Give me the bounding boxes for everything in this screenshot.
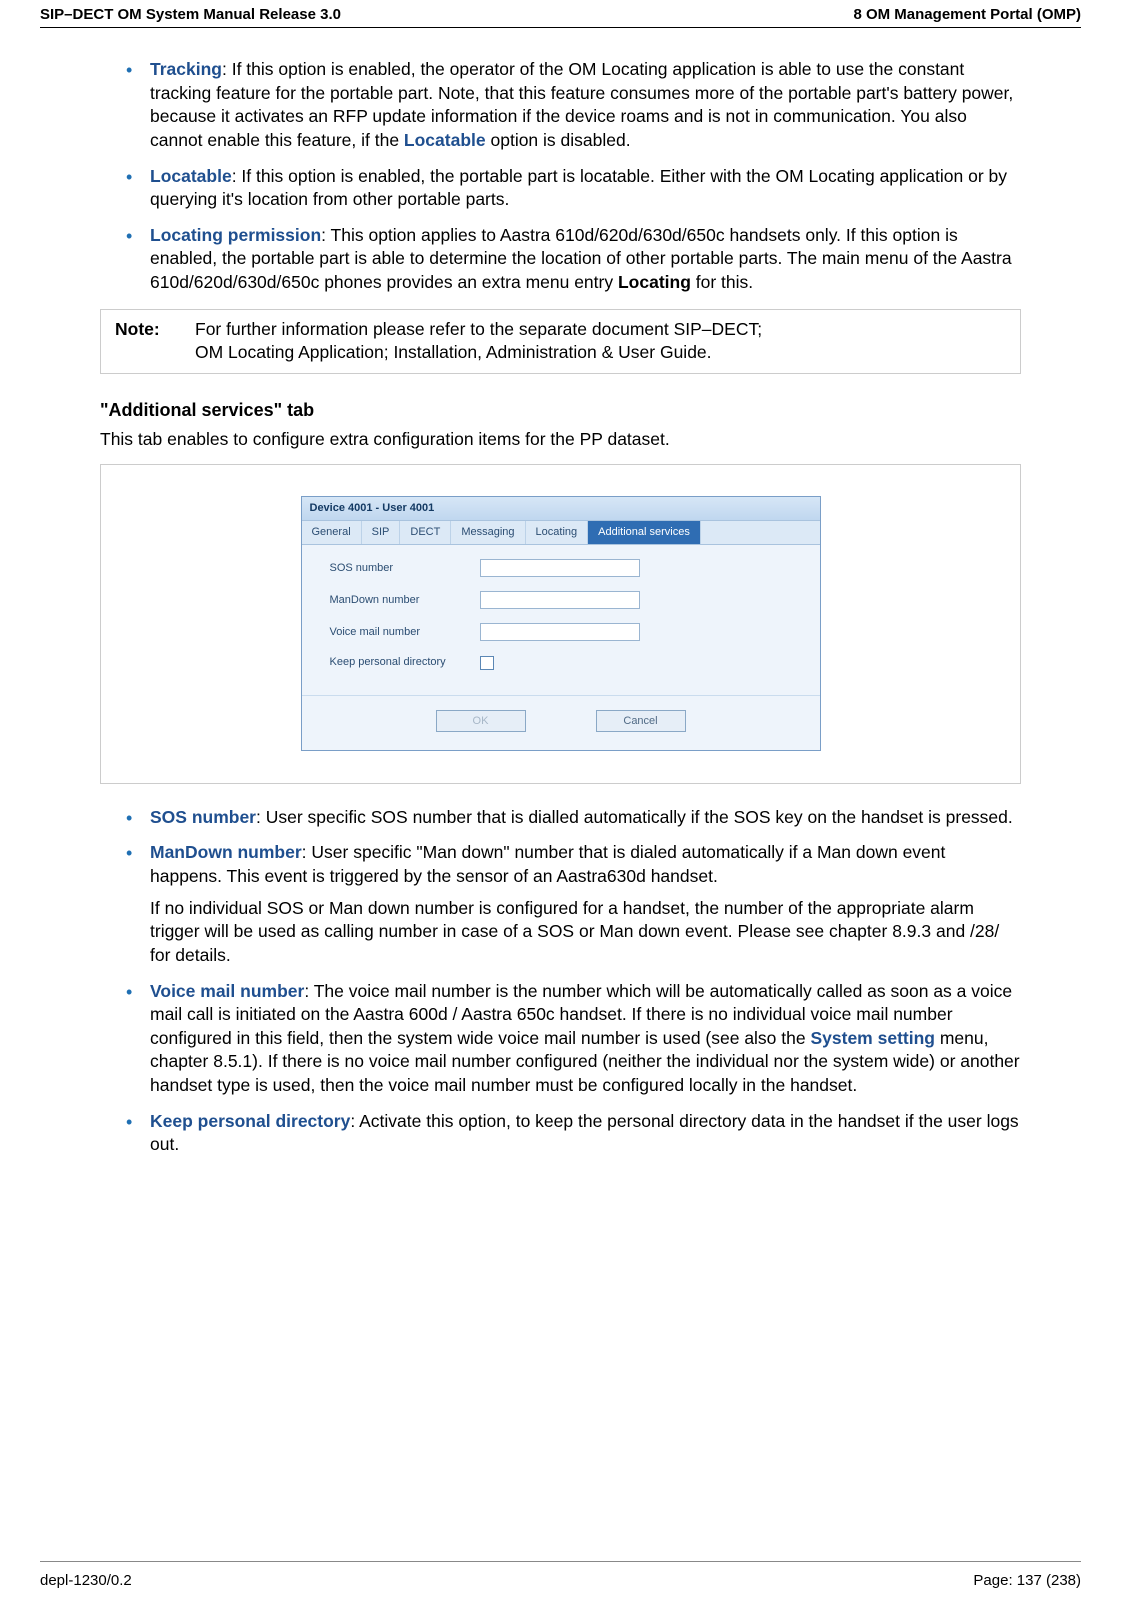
tab-dect[interactable]: DECT	[400, 521, 451, 544]
tab-sip[interactable]: SIP	[362, 521, 401, 544]
list-item: ManDown number: User specific "Man down"…	[126, 841, 1021, 967]
page-content: Tracking : If this option is enabled, the…	[40, 28, 1081, 1157]
dialog-body: SOS number ManDown number Voice mail num…	[302, 545, 820, 695]
cancel-button[interactable]: Cancel	[596, 710, 686, 732]
section-heading: "Additional services" tab	[100, 398, 1021, 422]
page-footer: depl-1230/0.2 Page: 137 (238)	[40, 1562, 1081, 1589]
link-system-setting: System setting	[810, 1028, 934, 1048]
header-right: 8 OM Management Portal (OMP)	[853, 6, 1081, 23]
dialog-title: Device 4001 - User 4001	[302, 497, 820, 521]
field-row-mandown: ManDown number	[330, 591, 802, 609]
dialog-window: Device 4001 - User 4001 General SIP DECT…	[301, 496, 821, 751]
tab-additional-services[interactable]: Additional services	[588, 521, 701, 544]
label-voicemail-number: Voice mail number	[330, 625, 480, 640]
tab-locating[interactable]: Locating	[526, 521, 589, 544]
field-row-voicemail: Voice mail number	[330, 623, 802, 641]
list-item: SOS number: User specific SOS number tha…	[126, 806, 1021, 830]
bottom-bullet-list: SOS number: User specific SOS number tha…	[100, 806, 1021, 1157]
term-voicemail-number: Voice mail number	[150, 981, 304, 1001]
note-label: Note:	[115, 318, 171, 365]
note-body: For further information please refer to …	[195, 318, 762, 365]
field-row-keepdir: Keep personal directory	[330, 655, 802, 670]
bullet-tail: option is disabled.	[486, 130, 631, 150]
bullet-text: : User specific SOS number that is diall…	[256, 807, 1013, 827]
input-sos-number[interactable]	[480, 559, 640, 577]
page-footer-wrap: depl-1230/0.2 Page: 137 (238)	[40, 1521, 1081, 1589]
term-locatable: Locatable	[150, 166, 232, 186]
input-voicemail-number[interactable]	[480, 623, 640, 641]
list-item: Tracking: If this option is enabled, the…	[126, 58, 1021, 153]
page: SIP–DECT OM System Manual Release 3.0 8 …	[0, 0, 1121, 1609]
list-item: Locatable: If this option is enabled, th…	[126, 165, 1021, 212]
dialog-tabs: General SIP DECT Messaging Locating Addi…	[302, 521, 820, 545]
label-sos-number: SOS number	[330, 561, 480, 576]
footer-right: Page: 137 (238)	[973, 1572, 1081, 1589]
figure-additional-services-dialog: Device 4001 - User 4001 General SIP DECT…	[100, 464, 1021, 784]
top-bullet-list: Tracking : If this option is enabled, the…	[100, 58, 1021, 295]
tab-messaging[interactable]: Messaging	[451, 521, 525, 544]
field-row-sos: SOS number	[330, 559, 802, 577]
bullet-tail: for this.	[691, 272, 753, 292]
term-locating-permission: Locating permission	[150, 225, 321, 245]
term-locatable-inline: Locatable	[404, 130, 486, 150]
tab-general[interactable]: General	[302, 521, 362, 544]
bullet-subtext: If no individual SOS or Man down number …	[150, 897, 1021, 968]
bold-locating: Locating	[618, 272, 691, 292]
header-left: SIP–DECT OM System Manual Release 3.0	[40, 6, 341, 23]
note-line: For further information please refer to …	[195, 318, 762, 342]
list-item: Keep personal directory: Activate this o…	[126, 1110, 1021, 1157]
section-intro: This tab enables to configure extra conf…	[100, 428, 1021, 452]
dialog-buttons: OK Cancel	[302, 695, 820, 750]
bullet-text: : If this option is enabled, the portabl…	[150, 166, 1007, 210]
term-keep-personal-directory: Keep personal directory	[150, 1111, 350, 1131]
label-keep-personal-directory: Keep personal directory	[330, 655, 480, 670]
input-mandown-number[interactable]	[480, 591, 640, 609]
term-tracking: Tracking	[150, 59, 222, 79]
label-mandown-number: ManDown number	[330, 593, 480, 608]
list-item: Locating permission: This option applies…	[126, 224, 1021, 295]
list-item: Voice mail number: The voice mail number…	[126, 980, 1021, 1098]
footer-left: depl-1230/0.2	[40, 1572, 132, 1589]
ok-button[interactable]: OK	[436, 710, 526, 732]
page-header: SIP–DECT OM System Manual Release 3.0 8 …	[40, 0, 1081, 28]
term-mandown-number: ManDown number	[150, 842, 302, 862]
note-line: OM Locating Application; Installation, A…	[195, 341, 762, 365]
note-box: Note: For further information please ref…	[100, 309, 1021, 374]
term-sos-number: SOS number	[150, 807, 256, 827]
checkbox-keep-personal-directory[interactable]	[480, 656, 494, 670]
